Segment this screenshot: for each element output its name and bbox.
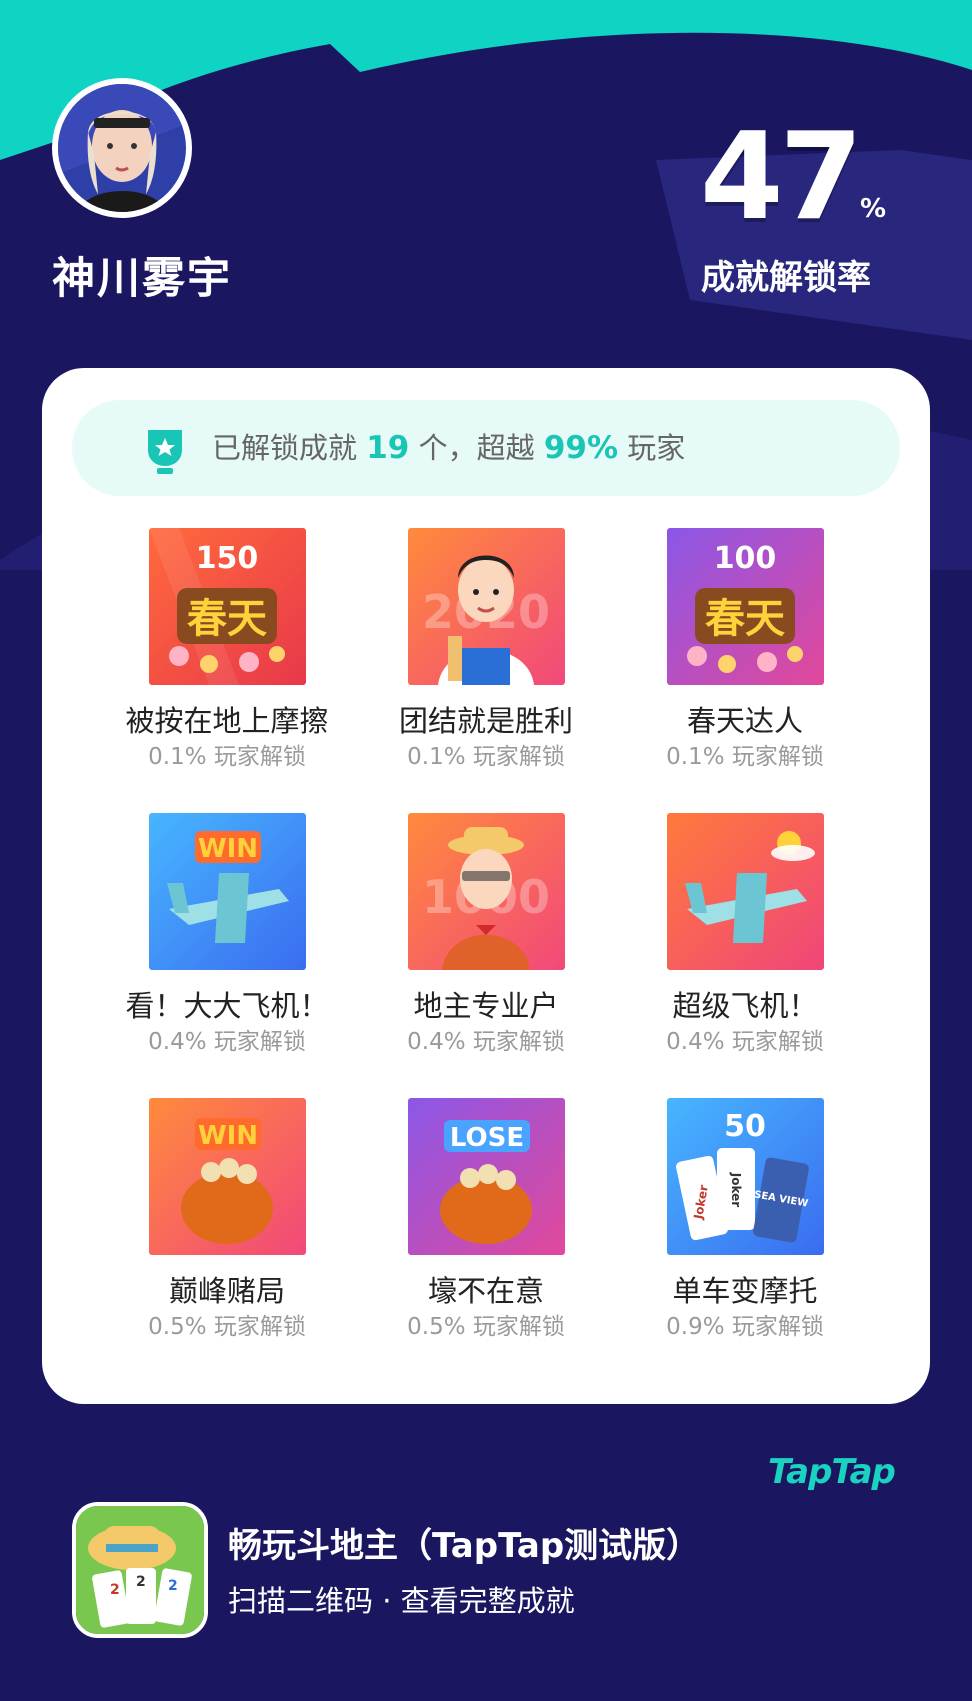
airplane-win-badge-icon: WIN (148, 813, 306, 970)
cards-50-badge-icon: 50 Joker Joker SEA VIEW (666, 1098, 824, 1255)
achievement-item[interactable]: 150 春天 被按在地上摩擦 0.1% 玩家解锁 (82, 528, 372, 773)
achievement-item[interactable]: WIN 看！大大飞机！ 0.4% 玩家解锁 (82, 813, 372, 1058)
trophy-icon (148, 430, 182, 474)
achievement-item[interactable]: 2020 团结就是胜利 0.1% 玩家解锁 (341, 528, 631, 773)
badge-text: LOSE (449, 1123, 523, 1153)
landlord-badge-icon: 1000 (407, 813, 565, 970)
achievement-percent: 0.5% 玩家解锁 (407, 1314, 565, 1340)
summary-prefix: 已解锁成就 (212, 431, 358, 465)
unlock-rate-unit: % (860, 194, 887, 224)
svg-text:2: 2 (110, 1582, 120, 1598)
svg-text:2: 2 (168, 1578, 178, 1594)
money-bag-lose-badge-icon: LOSE (407, 1098, 565, 1255)
achievement-share-page: 神川雾宇 47 % 成就解锁率 已解锁成就 19 个，超越 99% 玩家 150… (0, 0, 972, 1701)
app-subtitle: 扫描二维码 · 查看完整成就 (228, 1584, 575, 1618)
achievement-item[interactable]: 100 春天 春天达人 0.1% 玩家解锁 (600, 528, 890, 773)
achievement-percent: 0.5% 玩家解锁 (148, 1314, 306, 1340)
summary-count: 19 (366, 430, 410, 466)
farmer-boy-badge-icon: 2020 (407, 528, 565, 685)
achievement-percent: 0.4% 玩家解锁 (407, 1029, 565, 1055)
super-airplane-badge-icon (666, 813, 824, 970)
achievement-percent: 0.1% 玩家解锁 (407, 744, 565, 770)
achievement-percent: 0.4% 玩家解锁 (148, 1029, 306, 1055)
unlock-rate-label: 成就解锁率 (701, 258, 871, 298)
achievement-item[interactable]: WIN 巅峰赌局 0.5% 玩家解锁 (82, 1098, 372, 1343)
summary-percent: 99% (543, 430, 619, 466)
achievement-item[interactable]: 1000 地主专业户 0.4% 玩家解锁 (341, 813, 631, 1058)
achievement-percent: 0.4% 玩家解锁 (666, 1029, 824, 1055)
achievement-name: 地主专业户 (413, 989, 559, 1023)
achievement-name: 春天达人 (686, 704, 803, 738)
unlock-rate-value: 47 (700, 108, 863, 247)
achievement-name: 超级飞机！ (672, 989, 818, 1023)
achievement-percent: 0.9% 玩家解锁 (666, 1314, 824, 1340)
achievement-name: 被按在地上摩擦 (125, 704, 329, 738)
badge-number: 150 (195, 541, 258, 576)
app-icon[interactable]: 2 2 2 (72, 1502, 208, 1638)
achievement-name: 单车变摩托 (672, 1274, 818, 1308)
badge-text: WIN (197, 1121, 257, 1151)
svg-text:2: 2 (136, 1574, 146, 1590)
money-bag-win-badge-icon: WIN (148, 1098, 306, 1255)
achievement-item[interactable]: 50 Joker Joker SEA VIEW 单车变摩托 0.9% 玩家解锁 (600, 1098, 890, 1343)
user-name: 神川雾宇 (52, 254, 232, 304)
taptap-logo[interactable]: TapTap (768, 1452, 896, 1492)
badge-number: 100 (713, 541, 776, 576)
badge-text: 春天 (187, 596, 267, 642)
badge-number: 50 (724, 1109, 766, 1144)
achievement-card: 已解锁成就 19 个，超越 99% 玩家 150 春天 被按在地上摩擦 0.1%… (42, 368, 930, 1404)
user-avatar[interactable] (52, 78, 192, 218)
achievement-percent: 0.1% 玩家解锁 (666, 744, 824, 770)
achievement-name: 巅峰赌局 (168, 1274, 285, 1308)
achievement-name: 看！大大飞机！ (125, 989, 329, 1023)
summary-count-unit: 个，超越 (418, 431, 535, 465)
achievement-name: 团结就是胜利 (398, 704, 573, 738)
badge-text: WIN (197, 834, 257, 864)
achievement-percent: 0.1% 玩家解锁 (148, 744, 306, 770)
spring-150-badge-icon: 150 春天 (148, 528, 306, 685)
spring-100-badge-icon: 100 春天 (666, 528, 824, 685)
summary-suffix: 玩家 (627, 431, 686, 465)
achievement-item[interactable]: LOSE 壕不在意 0.5% 玩家解锁 (341, 1098, 631, 1343)
badge-text: 春天 (705, 596, 785, 642)
achievement-item[interactable]: 超级飞机！ 0.4% 玩家解锁 (600, 813, 890, 1058)
achievement-name: 壕不在意 (427, 1274, 544, 1308)
card-label: Joker (729, 1172, 743, 1208)
unlock-summary: 已解锁成就 19 个，超越 99% 玩家 (72, 400, 900, 496)
app-name: 畅玩斗地主（TapTap测试版） (228, 1526, 701, 1566)
